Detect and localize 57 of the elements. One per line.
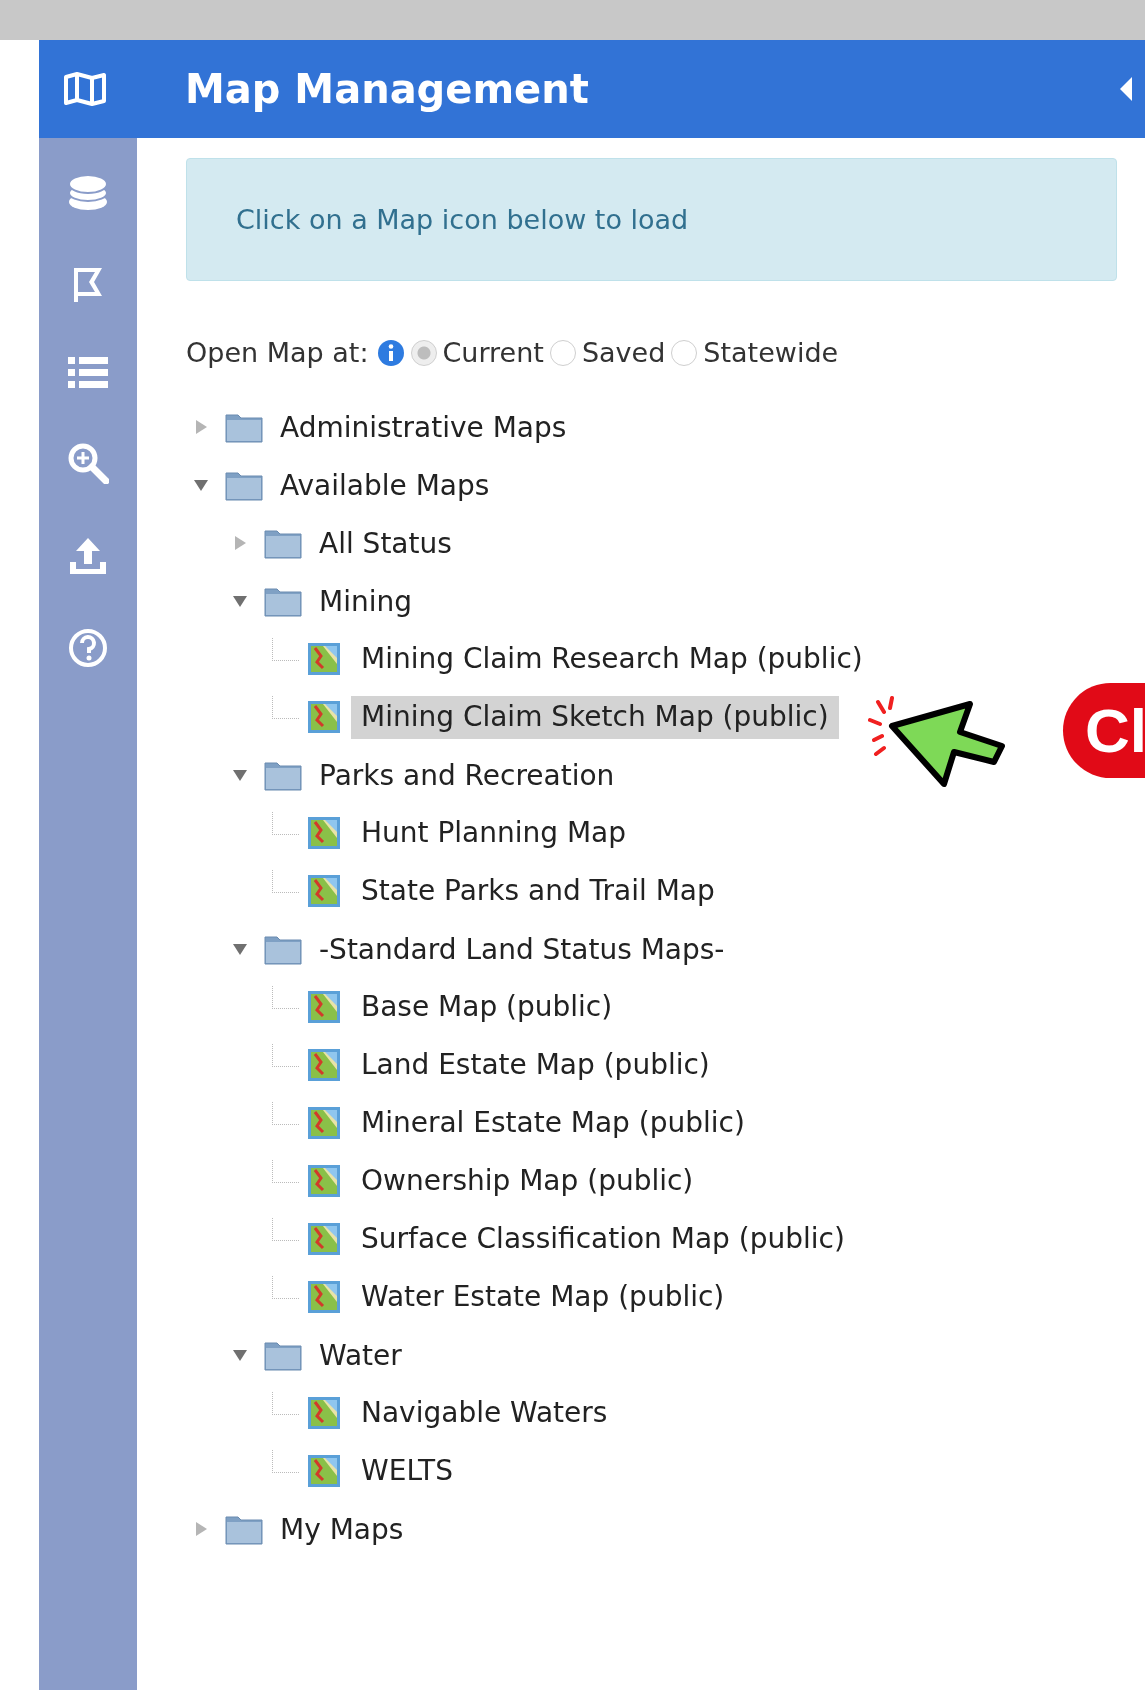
radio-button[interactable] xyxy=(671,339,698,366)
map-link[interactable]: Surface Classification Map (public) xyxy=(351,1217,855,1261)
folder-icon xyxy=(224,1513,264,1545)
list-icon[interactable] xyxy=(67,356,109,390)
map-link[interactable]: Mineral Estate Map (public) xyxy=(351,1101,755,1145)
folder-label[interactable]: -Standard Land Status Maps- xyxy=(319,932,725,966)
help-icon[interactable] xyxy=(68,628,108,668)
radio-label[interactable]: Statewide xyxy=(703,337,839,368)
map-link[interactable]: Base Map (public) xyxy=(351,985,623,1029)
map-icon[interactable] xyxy=(307,1454,341,1488)
map-icon[interactable] xyxy=(307,1396,341,1430)
map-link[interactable]: Water Estate Map (public) xyxy=(351,1275,735,1319)
folder-icon xyxy=(263,759,303,791)
map-link[interactable]: Navigable Waters xyxy=(351,1391,618,1435)
info-alert: Click on a Map icon below to load xyxy=(186,158,1117,281)
map-icon[interactable] xyxy=(63,72,107,106)
folder-label[interactable]: Parks and Recreation xyxy=(319,758,615,792)
radio-button[interactable] xyxy=(549,339,576,366)
radio-label[interactable]: Current xyxy=(442,337,544,368)
info-icon[interactable] xyxy=(376,338,405,367)
map-icon[interactable] xyxy=(307,1164,341,1198)
open-map-label: Open Map at: xyxy=(186,337,369,368)
map-link[interactable]: Hunt Planning Map xyxy=(351,811,637,855)
folder-icon xyxy=(263,527,303,559)
map-icon[interactable] xyxy=(307,1222,341,1256)
folder-icon xyxy=(263,585,303,617)
folder-label[interactable]: My Maps xyxy=(280,1512,404,1546)
map-icon[interactable] xyxy=(307,874,341,908)
panel-title: Map Management xyxy=(185,66,590,112)
folder-label[interactable]: All Status xyxy=(319,526,452,560)
callout-badge: Cl xyxy=(1063,683,1145,778)
radio-label[interactable]: Saved xyxy=(581,337,666,368)
upload-icon[interactable] xyxy=(68,536,108,576)
map-icon[interactable] xyxy=(307,700,341,734)
map-link[interactable]: Ownership Map (public) xyxy=(351,1159,704,1203)
zoom-search-icon[interactable] xyxy=(67,442,109,484)
folder-label[interactable]: Administrative Maps xyxy=(280,410,567,444)
collapse-icon[interactable] xyxy=(1119,76,1133,102)
map-icon[interactable] xyxy=(307,1048,341,1082)
map-link[interactable]: State Parks and Trail Map xyxy=(351,869,725,913)
folder-label[interactable]: Water xyxy=(319,1338,402,1372)
map-icon[interactable] xyxy=(307,1280,341,1314)
map-link[interactable]: Land Estate Map (public) xyxy=(351,1043,720,1087)
folder-icon xyxy=(263,933,303,965)
map-link[interactable]: WELTS xyxy=(351,1449,463,1493)
map-link[interactable]: Mining Claim Sketch Map (public) xyxy=(351,695,839,739)
map-icon[interactable] xyxy=(307,990,341,1024)
map-icon[interactable] xyxy=(307,1106,341,1140)
map-link[interactable]: Mining Claim Research Map (public) xyxy=(351,637,873,681)
folder-icon xyxy=(224,411,264,443)
map-icon[interactable] xyxy=(307,642,341,676)
map-icon[interactable] xyxy=(307,816,341,850)
folder-label[interactable]: Available Maps xyxy=(280,468,490,502)
folder-icon xyxy=(224,469,264,501)
folder-label[interactable]: Mining xyxy=(319,584,412,618)
folder-icon xyxy=(263,1339,303,1371)
radio-button[interactable] xyxy=(410,339,437,366)
